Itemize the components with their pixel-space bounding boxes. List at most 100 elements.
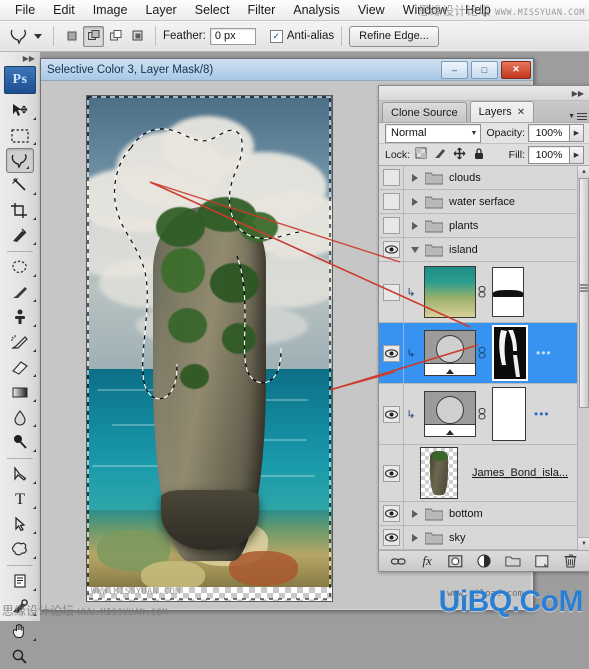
visibility-cell[interactable]: [379, 445, 404, 501]
add-layer-mask-button[interactable]: [447, 553, 465, 569]
layer-name[interactable]: James_Bond_isla...: [472, 467, 568, 479]
gradient-tool[interactable]: [0, 380, 40, 405]
clone-stamp-tool[interactable]: [0, 305, 40, 330]
lock-position-icon[interactable]: [453, 147, 466, 163]
eye-icon-visible[interactable]: [382, 344, 400, 362]
path-selection-tool[interactable]: [0, 512, 40, 537]
menu-item-window[interactable]: Window: [394, 1, 456, 19]
eraser-tool[interactable]: [0, 355, 40, 380]
eye-icon-hidden[interactable]: [382, 193, 400, 210]
panel-menu-button[interactable]: ▼: [568, 112, 587, 120]
menu-item-edit[interactable]: Edit: [44, 1, 84, 19]
visibility-cell[interactable]: [379, 214, 404, 237]
layer-name[interactable]: sky: [449, 532, 466, 544]
eye-icon-hidden[interactable]: [382, 283, 400, 301]
shape-tool[interactable]: [0, 537, 40, 562]
magic-wand-tool[interactable]: [0, 173, 40, 198]
visibility-cell[interactable]: [379, 384, 404, 444]
tab-clone-source[interactable]: Clone Source: [382, 102, 467, 122]
scroll-down-button[interactable]: ▼: [578, 537, 589, 550]
eye-icon-visible[interactable]: [382, 464, 400, 482]
layer-thumbnail-island[interactable]: [420, 447, 458, 499]
menu-item-help[interactable]: Help: [456, 1, 500, 19]
menu-item-filter[interactable]: Filter: [238, 1, 284, 19]
link-layers-button[interactable]: [389, 553, 407, 569]
menu-item-image[interactable]: Image: [84, 1, 137, 19]
healing-brush-tool[interactable]: [0, 223, 40, 248]
dodge-tool[interactable]: [0, 430, 40, 455]
visibility-cell[interactable]: [379, 238, 404, 261]
layer-mask-thumbnail-white[interactable]: [492, 387, 526, 441]
layer-row-plants[interactable]: plants: [379, 214, 589, 238]
scrollbar-thumb[interactable]: [579, 178, 589, 408]
active-tool-preview[interactable]: [4, 26, 46, 46]
visibility-cell[interactable]: [379, 190, 404, 213]
layer-name[interactable]: bottom: [449, 508, 483, 520]
tool-preset-chevron-down-icon[interactable]: [34, 33, 42, 39]
panel-collapse-icon[interactable]: ▶▶: [379, 86, 589, 101]
visibility-cell[interactable]: [379, 502, 404, 525]
layer-row-water-serface[interactable]: water serface: [379, 190, 589, 214]
visibility-cell[interactable]: [379, 526, 404, 549]
mask-link-icon[interactable]: [476, 407, 488, 421]
layer-mask-thumbnail-black-white-strokes[interactable]: [492, 325, 528, 381]
anti-alias-checkbox[interactable]: ✓: [269, 29, 283, 43]
toolbar-collapse-icon[interactable]: ▶▶: [0, 52, 40, 64]
eye-icon-hidden[interactable]: [382, 217, 400, 234]
layer-name[interactable]: water serface: [449, 196, 515, 208]
feather-input[interactable]: 0 px: [209, 27, 256, 45]
layer-row-sky[interactable]: sky: [379, 526, 589, 550]
pen-tool[interactable]: [0, 462, 40, 487]
menu-item-file[interactable]: File: [6, 1, 44, 19]
group-disclosure-triangle[interactable]: [407, 533, 423, 542]
zoom-tool[interactable]: [0, 644, 40, 669]
history-brush-tool[interactable]: [0, 330, 40, 355]
menu-item-select[interactable]: Select: [186, 1, 239, 19]
group-disclosure-triangle[interactable]: [407, 221, 423, 230]
maximize-button[interactable]: □: [471, 60, 498, 79]
refine-edge-button[interactable]: Refine Edge...: [349, 25, 439, 47]
mask-link-icon[interactable]: [476, 346, 488, 360]
fill-slider-arrow[interactable]: ▶: [570, 145, 584, 164]
menu-item-layer[interactable]: Layer: [136, 1, 185, 19]
lock-transparent-pixels-icon[interactable]: [415, 147, 427, 162]
adjustment-layer-thumbnail-selective-color[interactable]: [424, 330, 476, 376]
new-adjustment-layer-button[interactable]: [475, 553, 493, 569]
opacity-input[interactable]: 100%: [528, 124, 570, 142]
layer-mask-thumbnail-partial[interactable]: [492, 267, 524, 317]
eye-icon-visible[interactable]: [382, 405, 400, 423]
group-disclosure-triangle[interactable]: [407, 173, 423, 182]
layer-row-island[interactable]: island: [379, 238, 589, 262]
layer-row-selective-color-2[interactable]: ↳ •••: [379, 384, 589, 445]
new-group-button[interactable]: [504, 553, 522, 569]
adjustment-layer-thumbnail-selective-color[interactable]: [424, 391, 476, 437]
rectangular-marquee-tool[interactable]: [0, 123, 40, 148]
visibility-cell[interactable]: [379, 262, 404, 322]
lock-all-icon[interactable]: [473, 147, 485, 163]
brush-tool[interactable]: [0, 280, 40, 305]
lasso-tool[interactable]: [6, 148, 34, 173]
layer-row-selective-color-3[interactable]: ↳ •••: [379, 323, 589, 384]
group-disclosure-triangle[interactable]: [407, 197, 423, 206]
layer-name[interactable]: clouds: [449, 172, 481, 184]
opacity-slider-arrow[interactable]: ▶: [570, 124, 584, 142]
new-selection-button[interactable]: [61, 26, 82, 47]
menu-item-analysis[interactable]: Analysis: [284, 1, 349, 19]
layer-row-clouds[interactable]: clouds: [379, 166, 589, 190]
eye-icon-hidden[interactable]: [382, 169, 400, 186]
type-tool[interactable]: T: [0, 487, 40, 512]
lock-image-pixels-icon[interactable]: [434, 147, 446, 162]
group-disclosure-triangle[interactable]: [407, 246, 423, 253]
image-canvas[interactable]: WWW.MISSYUAN.COM: [86, 95, 333, 602]
layers-scrollbar[interactable]: ▲ ▼: [577, 166, 589, 550]
new-layer-button[interactable]: [533, 553, 551, 569]
close-icon[interactable]: ✕: [517, 107, 525, 118]
layer-thumbnail-reef[interactable]: [424, 266, 476, 318]
minimize-button[interactable]: –: [441, 60, 468, 79]
blend-mode-select[interactable]: Normal ▼: [385, 123, 482, 143]
visibility-cell[interactable]: [379, 323, 404, 383]
patch-tool[interactable]: [0, 255, 40, 280]
move-tool[interactable]: [0, 98, 40, 123]
layer-name[interactable]: island: [449, 244, 478, 256]
hand-tool[interactable]: [0, 619, 40, 644]
